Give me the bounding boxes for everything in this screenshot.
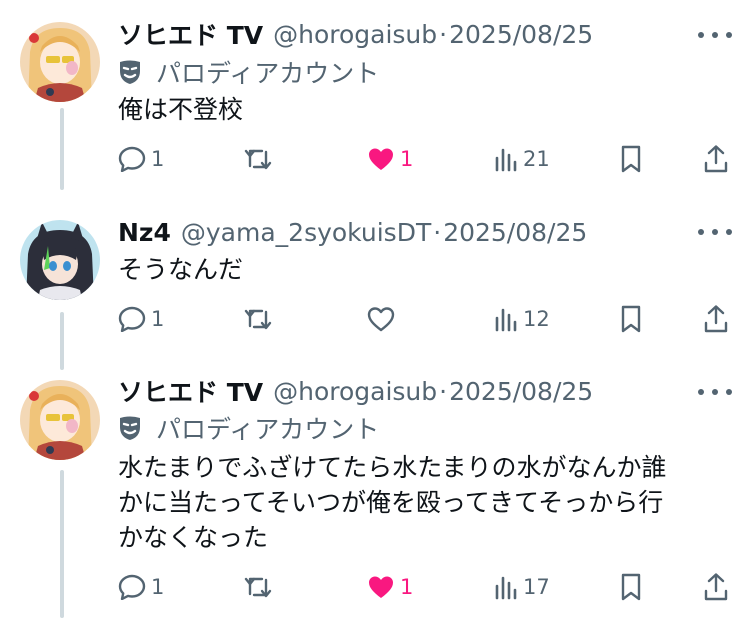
bookmark-button[interactable] bbox=[620, 144, 642, 174]
tweet-text-line: 俺は不登校 bbox=[118, 95, 244, 124]
tweet-header: ソヒエド TV @horogaisub · 2025/08/25 bbox=[118, 374, 593, 408]
reply-button[interactable]: 1 bbox=[118, 144, 164, 174]
views-count: 12 bbox=[523, 307, 550, 331]
views-count: 17 bbox=[523, 575, 550, 599]
user-handle[interactable]: @yama_2syokuisDT bbox=[181, 218, 431, 247]
views-button[interactable]: 12 bbox=[494, 304, 550, 334]
display-name[interactable]: ソヒエド TV bbox=[118, 373, 263, 409]
parody-label-text: パロディアカウント bbox=[156, 415, 380, 444]
bookmark-icon bbox=[621, 573, 641, 601]
views-icon bbox=[495, 148, 517, 172]
tweet-date[interactable]: 2025/08/25 bbox=[443, 218, 587, 247]
tweet-actions: 1 1 21 bbox=[0, 144, 750, 174]
retweet-button[interactable] bbox=[244, 144, 277, 174]
like-button[interactable]: 1 bbox=[367, 572, 413, 602]
tweet-header: ソヒエド TV @horogaisub · 2025/08/25 bbox=[118, 17, 593, 51]
tweet-actions: 1 1 17 bbox=[0, 572, 750, 602]
more-icon[interactable] bbox=[698, 222, 732, 242]
tweet-text-line: 水たまりでふざけてたら水たまりの水がなんか誰 bbox=[118, 453, 667, 482]
tweet-text: そうなんだ bbox=[118, 252, 718, 287]
tweet-header: Nz4 @yama_2syokuisDT · 2025/08/25 bbox=[118, 215, 587, 249]
bookmark-button[interactable] bbox=[620, 572, 642, 602]
avatar[interactable] bbox=[20, 220, 100, 300]
heart-icon bbox=[369, 576, 393, 598]
tweet-actions: 1 12 bbox=[0, 304, 750, 334]
views-icon bbox=[495, 308, 517, 332]
like-button[interactable] bbox=[367, 304, 400, 334]
views-button[interactable]: 17 bbox=[494, 572, 550, 602]
parody-label-text: パロディアカウント bbox=[156, 59, 380, 88]
avatar[interactable] bbox=[20, 22, 100, 102]
more-icon[interactable] bbox=[698, 382, 732, 402]
share-button[interactable] bbox=[704, 572, 728, 602]
reply-button[interactable]: 1 bbox=[118, 572, 164, 602]
share-icon bbox=[704, 573, 728, 601]
bookmark-icon bbox=[621, 145, 641, 173]
retweet-icon bbox=[244, 309, 272, 330]
reply-icon bbox=[118, 146, 146, 172]
retweet-icon bbox=[244, 577, 272, 598]
share-button[interactable] bbox=[704, 144, 728, 174]
reply-icon bbox=[118, 574, 146, 600]
mask-icon bbox=[120, 416, 140, 440]
separator: · bbox=[439, 19, 448, 49]
reply-count: 1 bbox=[151, 575, 165, 599]
tweet-text-line: かに当たってそいつが俺を殴ってきてそっから行 bbox=[118, 488, 664, 517]
tweet-date[interactable]: 2025/08/25 bbox=[449, 377, 593, 406]
tweet-text-line: かなくなった bbox=[118, 523, 269, 552]
retweet-icon bbox=[244, 149, 272, 170]
share-icon bbox=[704, 305, 728, 333]
views-icon bbox=[495, 576, 517, 600]
like-count: 1 bbox=[400, 575, 414, 599]
retweet-button[interactable] bbox=[244, 304, 277, 334]
views-button[interactable]: 21 bbox=[494, 144, 550, 174]
display-name[interactable]: ソヒエド TV bbox=[118, 16, 263, 52]
tweet-text-line: そうなんだ bbox=[118, 255, 244, 284]
like-count: 1 bbox=[400, 147, 414, 171]
views-count: 21 bbox=[523, 147, 550, 171]
reply-button[interactable]: 1 bbox=[118, 304, 164, 334]
separator: · bbox=[439, 376, 448, 406]
tweet-date[interactable]: 2025/08/25 bbox=[449, 20, 593, 49]
bookmark-button[interactable] bbox=[620, 304, 642, 334]
display-name[interactable]: Nz4 bbox=[118, 218, 171, 247]
reply-icon bbox=[118, 306, 146, 332]
parody-label: パロディアカウント bbox=[118, 412, 379, 444]
tweet-text: 水たまりでふざけてたら水たまりの水がなんか誰 かに当たってそいつが俺を殴ってきて… bbox=[118, 450, 718, 555]
retweet-button[interactable] bbox=[244, 572, 277, 602]
heart-icon bbox=[369, 148, 393, 170]
heart-icon bbox=[367, 307, 395, 332]
avatar[interactable] bbox=[20, 380, 100, 460]
like-button[interactable]: 1 bbox=[367, 144, 413, 174]
reply-count: 1 bbox=[151, 147, 165, 171]
mask-icon bbox=[120, 60, 140, 84]
share-icon bbox=[704, 145, 728, 173]
user-handle[interactable]: @horogaisub bbox=[273, 20, 437, 49]
share-button[interactable] bbox=[704, 304, 728, 334]
reply-count: 1 bbox=[151, 307, 165, 331]
bookmark-icon bbox=[621, 305, 641, 333]
parody-label: パロディアカウント bbox=[118, 56, 379, 88]
separator: · bbox=[433, 217, 442, 247]
more-icon[interactable] bbox=[698, 25, 732, 45]
tweet-text: 俺は不登校 bbox=[118, 92, 718, 127]
user-handle[interactable]: @horogaisub bbox=[273, 377, 437, 406]
